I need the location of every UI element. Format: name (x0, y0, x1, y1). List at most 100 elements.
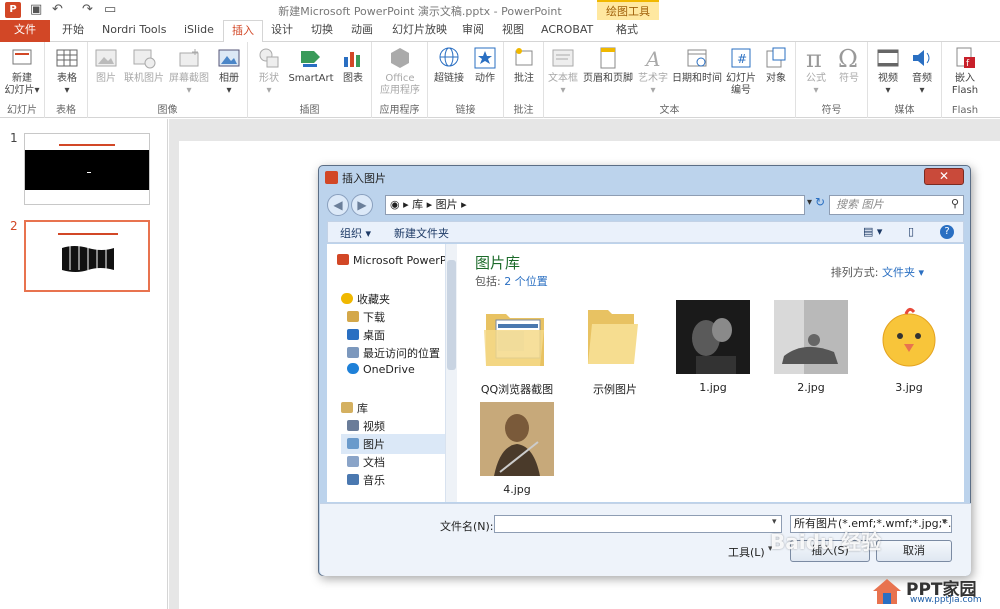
music-library-icon (347, 474, 359, 485)
house-logo-icon (873, 579, 901, 604)
comment-icon (515, 48, 533, 66)
hyperlink-button[interactable]: 超链接 (430, 45, 468, 85)
photo-album-button[interactable]: 相册 ▾ (214, 45, 244, 97)
arrange-by-dropdown[interactable]: 文件夹 ▾ (882, 266, 924, 279)
nav-item-videos[interactable]: 视频 (347, 418, 385, 434)
nav-item-desktop[interactable]: 桌面 (347, 327, 385, 343)
refresh-icon[interactable]: ↻ (815, 195, 825, 209)
save-icon[interactable]: ▣ (30, 2, 42, 17)
office-apps-button[interactable]: Office 应用程序 (374, 45, 426, 97)
textbox-button[interactable]: 文本框 ▾ (546, 45, 580, 97)
tab-review[interactable]: 审阅 (454, 20, 492, 42)
slide-2-title-line (58, 233, 118, 235)
nav-scrollbar[interactable] (445, 244, 457, 502)
chart-button[interactable]: 图表 (338, 45, 368, 85)
file-item[interactable]: QQ浏览器截图 (477, 300, 557, 397)
forward-button[interactable]: ▶ (351, 194, 373, 216)
breadcrumb-library[interactable]: 库 (412, 198, 423, 211)
undo-icon[interactable]: ↶ (52, 2, 63, 17)
embed-flash-button[interactable]: f 嵌入 Flash (946, 45, 984, 97)
tab-format[interactable]: 格式 (608, 20, 646, 42)
nav-item-pictures[interactable]: 图片 (341, 434, 451, 454)
desktop-icon (347, 329, 359, 340)
file-item[interactable]: 3.jpg (869, 300, 949, 394)
nav-item-libraries[interactable]: 库 (341, 400, 368, 416)
nav-item-recent[interactable]: 最近访问的位置 (347, 345, 440, 361)
picture-button[interactable]: 图片 (92, 45, 120, 85)
insert-picture-dialog: 插入图片 ✕ ◀ ▶ ◉ ▸ 库 ▸ 图片 ▸ ▾ ↻ 搜索 图片 ⚲ 组织 ▾… (318, 165, 971, 576)
nav-item-favorites[interactable]: 收藏夹 (341, 291, 390, 307)
tab-slideshow[interactable]: 幻灯片放映 (384, 20, 455, 42)
filename-input[interactable] (494, 515, 782, 533)
file-item[interactable]: 示例图片 (575, 300, 655, 397)
table-button[interactable]: 表格 ▾ (49, 45, 85, 97)
window-title: 新建Microsoft PowerPoint 演示文稿.pptx - Power… (278, 5, 562, 18)
title-bar: P ▣ ↶ ↷ ▭ 新建Microsoft PowerPoint 演示文稿.pp… (0, 0, 1000, 20)
nav-item-onedrive[interactable]: OneDrive (347, 363, 415, 376)
back-button[interactable]: ◀ (327, 194, 349, 216)
scrollbar-thumb[interactable] (447, 260, 456, 370)
image-thumbnail-gray (774, 300, 848, 374)
nav-item-documents[interactable]: 文档 (347, 454, 385, 470)
filetype-dropdown-icon[interactable]: ▾ (942, 517, 947, 527)
file-item[interactable]: 1.jpg (673, 300, 753, 394)
slide-thumbnail-2[interactable] (24, 220, 150, 292)
breadcrumb-pictures[interactable]: 图片 (436, 198, 458, 211)
new-folder-button[interactable]: 新建文件夹 (394, 225, 449, 241)
tab-view[interactable]: 视图 (494, 20, 532, 42)
tab-islide[interactable]: iSlide (176, 20, 222, 42)
comment-button[interactable]: 批注 (508, 45, 540, 85)
tab-animations[interactable]: 动画 (343, 20, 381, 42)
date-time-button[interactable]: 日期和时间 (670, 45, 724, 85)
close-button[interactable]: ✕ (924, 168, 964, 185)
file-item[interactable]: 2.jpg (771, 300, 851, 394)
hyperlink-icon (439, 47, 459, 67)
nav-item-music[interactable]: 音乐 (347, 472, 385, 488)
header-footer-button[interactable]: 页眉和页脚 (581, 45, 635, 85)
smartart-button[interactable]: SmartArt (286, 45, 336, 85)
video-button[interactable]: 视频 ▾ (872, 45, 904, 97)
online-picture-button[interactable]: 联机图片 (122, 45, 166, 85)
symbol-button[interactable]: Ω 符号 (834, 45, 864, 85)
tab-acrobat[interactable]: ACROBAT (533, 20, 601, 42)
library-title: 图片库 (475, 254, 521, 272)
tab-insert[interactable]: 插入 (223, 20, 263, 43)
tab-nordri-tools[interactable]: Nordri Tools (94, 20, 174, 42)
tab-transitions[interactable]: 切换 (303, 20, 341, 42)
present-icon[interactable]: ▭ (104, 2, 116, 17)
file-item[interactable]: 4.jpg (477, 402, 557, 496)
nav-item-powerpoint[interactable]: Microsoft PowerPoint (337, 254, 451, 267)
ribbon-tabs: 文件 开始 Nordri Tools iSlide 插入 设计 切换 动画 幻灯… (0, 20, 1000, 43)
shapes-button[interactable]: 形状 ▾ (254, 45, 284, 97)
slide-number-button[interactable]: # 幻灯片 编号 (724, 45, 758, 97)
locations-link[interactable]: 2 个位置 (504, 275, 548, 288)
search-icon[interactable]: ⚲ (951, 197, 959, 210)
new-slide-button[interactable]: 新建 幻灯片▾ (2, 45, 42, 97)
address-bar[interactable]: ◉ ▸ 库 ▸ 图片 ▸ (385, 195, 805, 215)
object-button[interactable]: 对象 (760, 45, 792, 85)
library-icon: ◉ (390, 198, 400, 211)
redo-icon[interactable]: ↷ (82, 2, 93, 17)
search-input[interactable]: 搜索 图片 (829, 195, 964, 215)
tab-design[interactable]: 设计 (263, 20, 301, 42)
address-dropdown-icon[interactable]: ▾ (807, 197, 812, 208)
organize-button[interactable]: 组织 ▾ (340, 225, 371, 241)
slide-thumbnail-1[interactable] (24, 133, 150, 205)
svg-text:#: # (737, 52, 747, 66)
slide-1-dot (87, 172, 91, 173)
tab-file[interactable]: 文件 (0, 20, 50, 42)
cancel-button[interactable]: 取消 (876, 540, 952, 562)
library-folder-icon (341, 402, 353, 413)
view-options-icon[interactable]: ▤ ▾ (863, 225, 882, 238)
wordart-button[interactable]: A 艺术字 ▾ (636, 45, 670, 97)
equation-button[interactable]: π 公式 ▾ (800, 45, 832, 97)
action-button[interactable]: 动作 (468, 45, 502, 85)
audio-button[interactable]: 音频 ▾ (906, 45, 938, 97)
nav-item-downloads[interactable]: 下载 (347, 309, 385, 325)
tools-button[interactable]: 工具(L) (728, 544, 765, 560)
preview-pane-icon[interactable]: ▯ (908, 225, 914, 238)
screenshot-button[interactable]: 屏幕截图 ▾ (166, 45, 212, 97)
slide-2-film-strip-icon (62, 246, 114, 272)
tab-home[interactable]: 开始 (54, 20, 92, 42)
help-icon[interactable]: ? (940, 225, 954, 239)
